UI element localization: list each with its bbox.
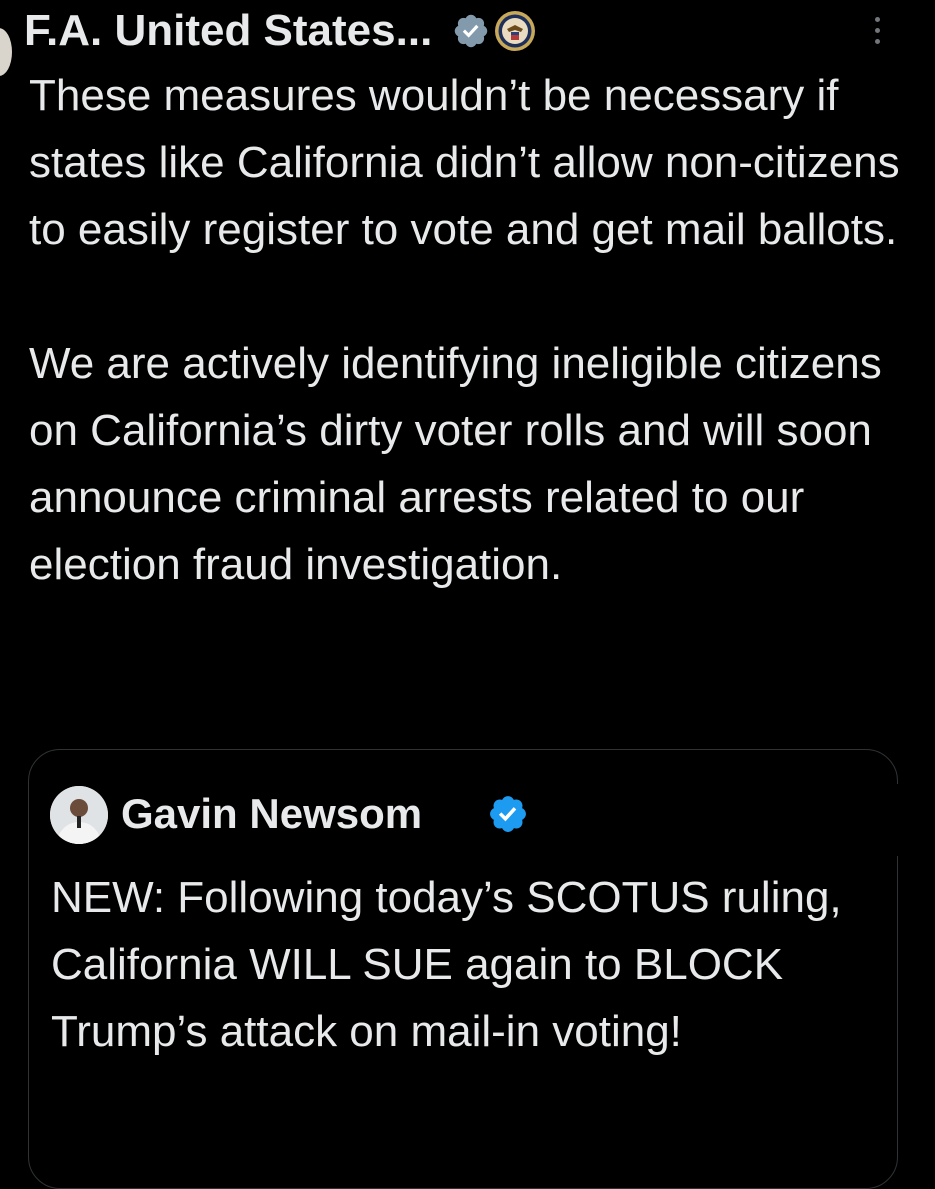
verified-badge-icon[interactable] — [487, 793, 529, 835]
author-avatar[interactable] — [0, 28, 12, 76]
post-text: These measures wouldn’t be necessary if … — [29, 62, 909, 598]
post-paragraph-1: These measures wouldn’t be necessary if … — [29, 71, 900, 254]
redaction-mark — [620, 16, 865, 54]
quoted-author-name[interactable]: Gavin Newsom — [121, 788, 422, 840]
redaction-mark — [548, 784, 935, 856]
government-seal-icon — [495, 11, 536, 51]
quoted-post-text: NEW: Following today’s SCOTUS ruling, Ca… — [51, 873, 842, 1056]
post-paragraph-2: We are actively identifying ineligible c… — [29, 339, 882, 589]
post-header: F.A. United States... — [24, 0, 536, 62]
more-options-icon[interactable] — [868, 8, 886, 52]
verified-badge-icon[interactable] — [452, 12, 490, 50]
author-name[interactable]: F.A. United States... — [24, 5, 432, 57]
badges — [452, 10, 536, 52]
quoted-author-avatar[interactable] — [50, 786, 108, 844]
